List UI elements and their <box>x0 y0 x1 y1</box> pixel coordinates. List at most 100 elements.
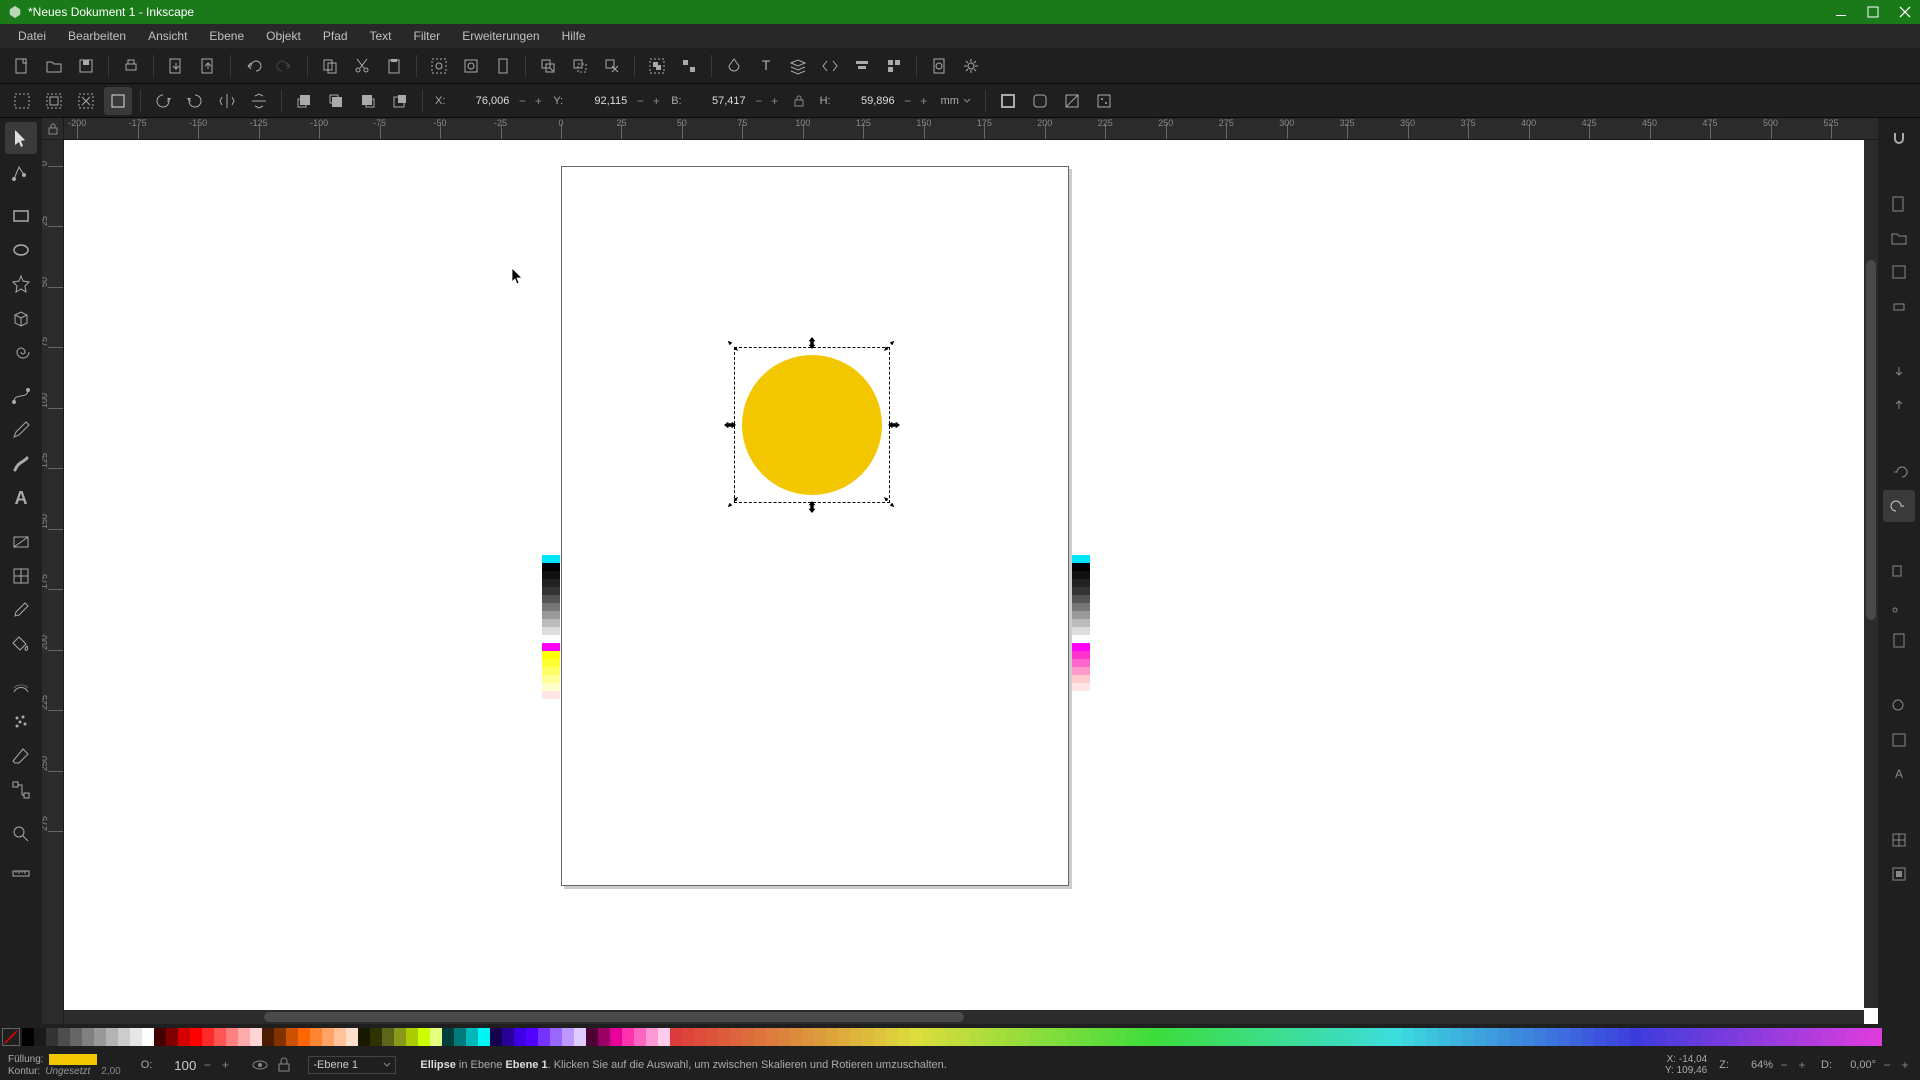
color-swatch[interactable] <box>1846 1028 1858 1046</box>
color-swatch[interactable] <box>790 1028 802 1046</box>
color-swatch[interactable] <box>1678 1028 1690 1046</box>
menu-objekt[interactable]: Objekt <box>256 26 311 46</box>
scrollbar-thumb[interactable] <box>1866 260 1876 620</box>
flip-h-button[interactable] <box>213 87 241 115</box>
y-input[interactable] <box>569 90 631 112</box>
color-swatch[interactable] <box>1054 1028 1066 1046</box>
fill-stroke-button[interactable] <box>720 52 748 80</box>
color-swatch[interactable] <box>1714 1028 1726 1046</box>
duplicate-button[interactable] <box>534 52 562 80</box>
color-swatch[interactable] <box>754 1028 766 1046</box>
visibility-icon[interactable] <box>252 1057 268 1073</box>
bezier-tool[interactable] <box>5 380 37 412</box>
color-swatch[interactable] <box>1822 1028 1834 1046</box>
menu-pfad[interactable]: Pfad <box>313 26 358 46</box>
color-swatch[interactable] <box>1858 1028 1870 1046</box>
color-swatch[interactable] <box>22 1028 34 1046</box>
color-swatch[interactable] <box>874 1028 886 1046</box>
spray-tool[interactable] <box>5 706 37 738</box>
color-swatch[interactable] <box>1366 1028 1378 1046</box>
deselect-button[interactable] <box>72 87 100 115</box>
pencil-tool[interactable] <box>5 414 37 446</box>
color-swatch[interactable] <box>886 1028 898 1046</box>
color-swatch[interactable] <box>1618 1028 1630 1046</box>
selectors-button[interactable] <box>880 52 908 80</box>
color-swatch[interactable] <box>1786 1028 1798 1046</box>
snap-toggle-button[interactable] <box>1883 122 1915 154</box>
menu-erweiterungen[interactable]: Erweiterungen <box>452 26 549 46</box>
color-swatch[interactable] <box>334 1028 346 1046</box>
select-all-button[interactable] <box>40 87 68 115</box>
color-swatch[interactable] <box>1438 1028 1450 1046</box>
xml-editor-button[interactable] <box>816 52 844 80</box>
calligraphy-tool[interactable] <box>5 448 37 480</box>
cut-panel-button[interactable] <box>1883 590 1915 622</box>
undo-panel-button[interactable] <box>1883 456 1915 488</box>
open-button[interactable] <box>40 52 68 80</box>
lock-aspect-icon[interactable] <box>786 94 812 108</box>
align-button[interactable] <box>848 52 876 80</box>
scale-handle-e[interactable] <box>888 419 900 431</box>
color-swatch[interactable] <box>1246 1028 1258 1046</box>
color-swatch[interactable] <box>1642 1028 1654 1046</box>
color-swatch[interactable] <box>1066 1028 1078 1046</box>
color-swatch[interactable] <box>994 1028 1006 1046</box>
zoom3-panel-button[interactable]: A <box>1883 758 1915 790</box>
scale-handle-nw[interactable] <box>726 339 738 351</box>
menu-filter[interactable]: Filter <box>404 26 451 46</box>
color-swatch[interactable] <box>550 1028 562 1046</box>
color-swatch[interactable] <box>1138 1028 1150 1046</box>
star-tool[interactable] <box>5 268 37 300</box>
color-swatch[interactable] <box>1210 1028 1222 1046</box>
menu-datei[interactable]: Datei <box>8 26 56 46</box>
color-swatch[interactable] <box>1378 1028 1390 1046</box>
color-swatch[interactable] <box>250 1028 262 1046</box>
zoom-out-button[interactable]: − <box>1777 1054 1791 1076</box>
unit-selector[interactable]: mm <box>935 95 977 107</box>
color-swatch[interactable] <box>862 1028 874 1046</box>
import-button[interactable] <box>162 52 190 80</box>
color-swatch[interactable] <box>1486 1028 1498 1046</box>
color-swatch[interactable] <box>1150 1028 1162 1046</box>
color-swatch[interactable] <box>166 1028 178 1046</box>
gradient-tool[interactable] <box>5 526 37 558</box>
color-swatch[interactable] <box>658 1028 670 1046</box>
color-swatch[interactable] <box>94 1028 106 1046</box>
zoom-in-button[interactable]: + <box>1795 1054 1809 1076</box>
color-swatch[interactable] <box>82 1028 94 1046</box>
scrollbar-thumb[interactable] <box>264 1012 964 1022</box>
clone-button[interactable] <box>566 52 594 80</box>
color-swatch[interactable] <box>586 1028 598 1046</box>
color-swatch[interactable] <box>346 1028 358 1046</box>
color-swatch[interactable] <box>190 1028 202 1046</box>
x-plus-button[interactable]: + <box>531 90 545 112</box>
rot-plus-button[interactable]: + <box>1898 1054 1912 1076</box>
rotate-cw-button[interactable] <box>181 87 209 115</box>
color-swatch[interactable] <box>718 1028 730 1046</box>
color-swatch[interactable] <box>454 1028 466 1046</box>
color-swatch[interactable] <box>1726 1028 1738 1046</box>
color-swatch[interactable] <box>1834 1028 1846 1046</box>
zoom-panel-button[interactable] <box>1883 690 1915 722</box>
color-swatch[interactable] <box>814 1028 826 1046</box>
scale-handle-n[interactable] <box>806 337 818 349</box>
color-swatch[interactable] <box>1006 1028 1018 1046</box>
color-swatch[interactable] <box>1762 1028 1774 1046</box>
color-swatch[interactable] <box>1126 1028 1138 1046</box>
color-swatch[interactable] <box>826 1028 838 1046</box>
color-swatch[interactable] <box>406 1028 418 1046</box>
color-swatch[interactable] <box>1198 1028 1210 1046</box>
menu-text[interactable]: Text <box>360 26 402 46</box>
color-swatch[interactable] <box>466 1028 478 1046</box>
color-swatch[interactable] <box>178 1028 190 1046</box>
open-panel-button[interactable] <box>1883 222 1915 254</box>
color-swatch[interactable] <box>646 1028 658 1046</box>
extra1-button[interactable] <box>1883 824 1915 856</box>
color-swatch[interactable] <box>274 1028 286 1046</box>
color-swatch[interactable] <box>730 1028 742 1046</box>
h-minus-button[interactable]: − <box>901 90 915 112</box>
export-panel-button[interactable] <box>1883 390 1915 422</box>
color-swatch[interactable] <box>1270 1028 1282 1046</box>
color-swatch[interactable] <box>634 1028 646 1046</box>
scale-handle-s[interactable] <box>806 501 818 513</box>
